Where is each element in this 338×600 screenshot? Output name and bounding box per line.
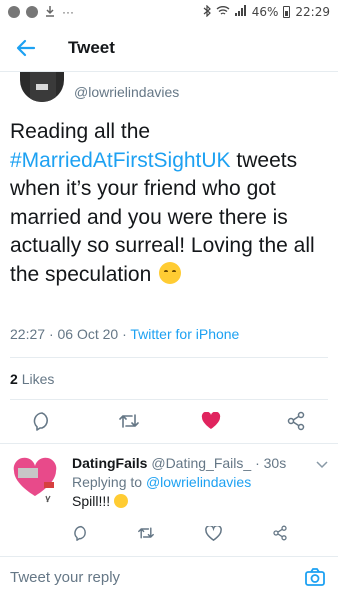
reply-text: Spill!!!	[72, 493, 115, 509]
back-button[interactable]	[6, 28, 46, 68]
reply-tweet[interactable]: DatingFails @Dating_Fails_ · 30s Replyin…	[72, 454, 330, 511]
more-notifications: ···	[62, 5, 74, 19]
heart-outline-icon	[204, 525, 222, 541]
page-title: Tweet	[68, 37, 115, 57]
retweet-icon	[119, 414, 139, 428]
tweet-text-start: Reading all the	[10, 120, 151, 143]
reply-avatar[interactable]	[10, 456, 60, 504]
battery-icon	[283, 6, 291, 18]
reply-like-button[interactable]	[203, 523, 223, 543]
share-button[interactable]	[284, 409, 308, 433]
tweet-author[interactable]: @lowrielindavies	[20, 72, 320, 106]
likes-number: 2	[10, 371, 18, 387]
tweet-meta: 22:27 · 06 Oct 20 · Twitter for iPhone	[10, 326, 240, 342]
tweet-time: 22:27	[10, 326, 46, 342]
top-bar: Tweet	[0, 24, 338, 72]
tweet-source-link[interactable]: Twitter for iPhone	[130, 326, 239, 342]
author-handle[interactable]: @lowrielindavies	[74, 84, 179, 100]
heart-icon	[201, 412, 221, 429]
divider	[10, 357, 328, 358]
hashtag-link[interactable]: #MarriedAtFirstSightUK	[10, 149, 231, 172]
avatar[interactable]	[20, 72, 64, 102]
divider	[0, 443, 338, 444]
clock: 22:29	[295, 5, 330, 19]
reply-reply-button[interactable]	[71, 523, 91, 543]
messenger-icon	[8, 6, 20, 18]
tweet-date: 06 Oct 20	[57, 326, 119, 342]
smirk-emoji-icon	[159, 261, 182, 284]
chevron-down-icon	[316, 461, 328, 469]
like-button[interactable]	[199, 409, 223, 433]
chat-icon	[26, 6, 38, 18]
reply-icon	[33, 412, 48, 431]
divider	[10, 399, 328, 400]
retweet-icon	[138, 527, 154, 539]
reply-composer[interactable]: Tweet your reply	[0, 556, 338, 600]
battery-percent: 46%	[251, 5, 279, 19]
share-icon	[287, 411, 305, 431]
wifi-icon	[216, 5, 230, 19]
camera-button[interactable]	[304, 567, 326, 592]
tweet-text: Reading all the #MarriedAtFirstSightUK t…	[10, 118, 328, 289]
share-icon	[273, 525, 287, 541]
replying-to-label: Replying to	[72, 474, 146, 490]
grin-emoji-icon	[114, 494, 129, 508]
reply-input[interactable]: Tweet your reply	[10, 569, 120, 586]
reply-button[interactable]	[30, 409, 54, 433]
replying-to-handle[interactable]: @lowrielindavies	[146, 474, 251, 490]
reply-icon	[74, 525, 86, 541]
reply-author-handle[interactable]: @Dating_Fails_	[151, 455, 251, 471]
back-arrow-icon	[16, 39, 36, 56]
download-icon	[44, 5, 56, 20]
reply-author-name[interactable]: DatingFails	[72, 455, 147, 471]
reply-retweet-button[interactable]	[136, 523, 156, 543]
status-bar: ··· 46% 22:29	[0, 0, 338, 24]
reply-menu-button[interactable]	[316, 456, 328, 474]
replying-to: Replying to @lowrielindavies	[72, 473, 330, 492]
bluetooth-icon	[203, 4, 211, 20]
likes-count[interactable]: 2 Likes	[10, 371, 54, 387]
likes-label: Likes	[21, 371, 55, 387]
camera-icon	[305, 568, 325, 586]
reply-share-button[interactable]	[270, 523, 290, 543]
signal-icon	[234, 5, 247, 19]
retweet-button[interactable]	[117, 409, 141, 433]
reply-age: 30s	[263, 455, 287, 471]
